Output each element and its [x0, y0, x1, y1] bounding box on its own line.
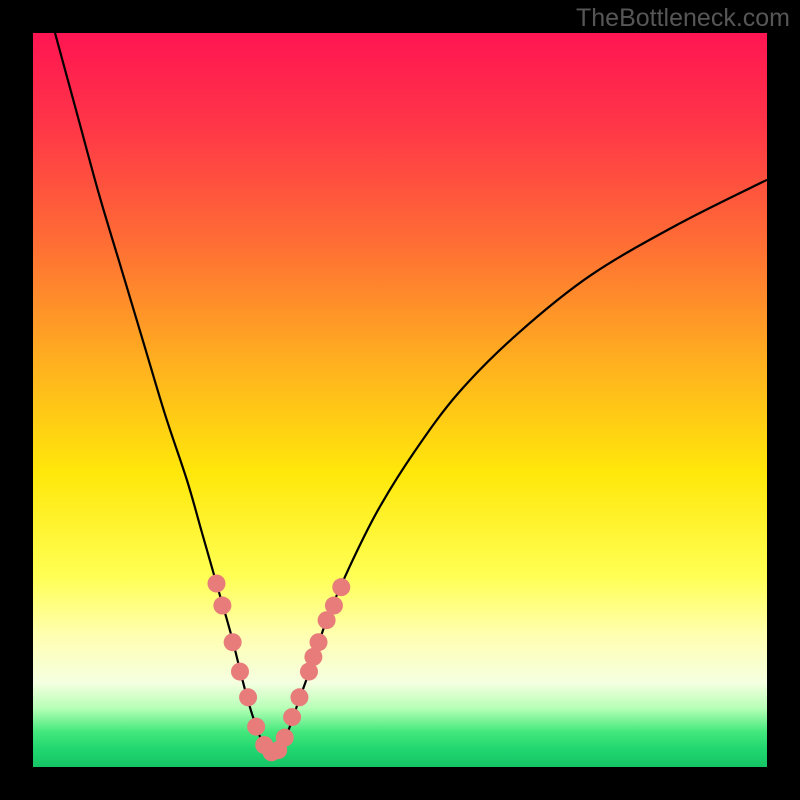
watermark-text: TheBottleneck.com	[576, 4, 790, 33]
plot-area	[33, 33, 767, 767]
marker-dot	[247, 718, 265, 736]
marker-dot	[276, 729, 294, 747]
marker-dot	[310, 633, 328, 651]
marker-dot	[283, 708, 301, 726]
marker-dot	[213, 597, 231, 615]
plot-svg	[33, 33, 767, 767]
chart-stage: TheBottleneck.com	[0, 0, 800, 800]
marker-dot	[290, 688, 308, 706]
marker-dot	[208, 575, 226, 593]
marker-dot	[239, 688, 257, 706]
marker-dot	[332, 578, 350, 596]
marker-dot	[325, 597, 343, 615]
marker-dot	[224, 633, 242, 651]
gradient-background	[33, 33, 767, 767]
marker-dot	[231, 663, 249, 681]
